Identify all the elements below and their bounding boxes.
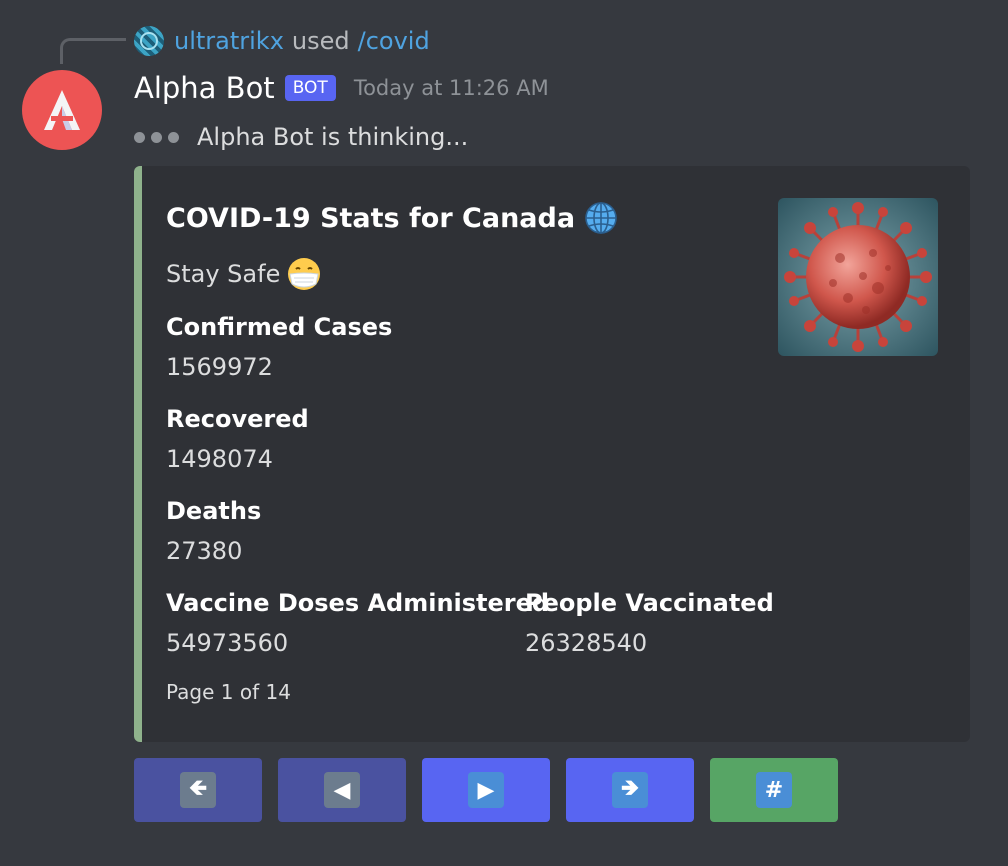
next-triangle-icon: ▶ <box>468 772 504 808</box>
first-page-button[interactable]: 🡸 <box>134 758 262 822</box>
field-value: 54973560 <box>166 629 289 657</box>
alpha-logo-icon <box>44 90 80 130</box>
reply-username[interactable]: ultratrikx <box>174 27 284 55</box>
globe-icon <box>585 202 617 234</box>
pagination-buttons: 🡸 ◀ ▶ 🡺 # <box>134 758 838 822</box>
field-value: 26328540 <box>525 629 648 657</box>
embed-description-text: Stay Safe <box>166 260 281 288</box>
field-name: People Vaccinated <box>525 589 774 617</box>
message-header: Alpha Bot BOT Today at 11:26 AM <box>134 68 549 108</box>
embed-title-text: COVID-19 Stats for Canada <box>166 202 576 234</box>
field-name: Confirmed Cases <box>166 313 393 341</box>
stats-embed: COVID-19 Stats for Canada Stay Safe Conf… <box>134 166 970 742</box>
first-page-arrow-icon: 🡸 <box>180 772 216 808</box>
reply-connector <box>60 38 126 64</box>
typing-dots-icon <box>134 131 179 143</box>
coronavirus-image <box>778 198 938 356</box>
reply-reference[interactable]: ultratrikx used /covid <box>134 24 430 58</box>
bot-avatar[interactable] <box>22 70 102 150</box>
field-confirmed-cases: Confirmed Cases 1569972 <box>166 310 392 384</box>
hash-icon: # <box>756 772 792 808</box>
last-page-button[interactable]: 🡺 <box>566 758 694 822</box>
reply-used-text: used <box>291 27 350 55</box>
field-value: 27380 <box>166 537 243 565</box>
field-deaths: Deaths 27380 <box>166 494 261 568</box>
previous-page-button[interactable]: ◀ <box>278 758 406 822</box>
embed-description: Stay Safe <box>166 256 322 292</box>
embed-title: COVID-19 Stats for Canada <box>166 200 619 236</box>
previous-triangle-icon: ◀ <box>324 772 360 808</box>
jump-to-page-button[interactable]: # <box>710 758 838 822</box>
embed-footer: Page 1 of 14 <box>166 680 291 704</box>
face-with-mask-icon <box>288 258 321 290</box>
bot-badge: BOT <box>284 75 336 101</box>
field-name: Deaths <box>166 497 262 525</box>
field-name: Recovered <box>166 405 309 433</box>
field-people-vaccinated: People Vaccinated 26328540 <box>525 586 774 660</box>
author-name[interactable]: Alpha Bot <box>134 71 275 105</box>
field-value: 1569972 <box>166 353 273 381</box>
next-page-button[interactable]: ▶ <box>422 758 550 822</box>
message-timestamp: Today at 11:26 AM <box>353 76 549 100</box>
embed-thumbnail[interactable] <box>778 198 938 356</box>
field-recovered: Recovered 1498074 <box>166 402 309 476</box>
reply-avatar[interactable] <box>134 26 164 56</box>
field-value: 1498074 <box>166 445 273 473</box>
thinking-text: Alpha Bot is thinking... <box>197 123 469 151</box>
reply-command[interactable]: /covid <box>358 27 430 55</box>
last-page-arrow-icon: 🡺 <box>612 772 648 808</box>
field-vaccine-doses: Vaccine Doses Administered 54973560 <box>166 586 549 660</box>
thinking-indicator: Alpha Bot is thinking... <box>134 120 468 154</box>
field-name: Vaccine Doses Administered <box>166 589 550 617</box>
